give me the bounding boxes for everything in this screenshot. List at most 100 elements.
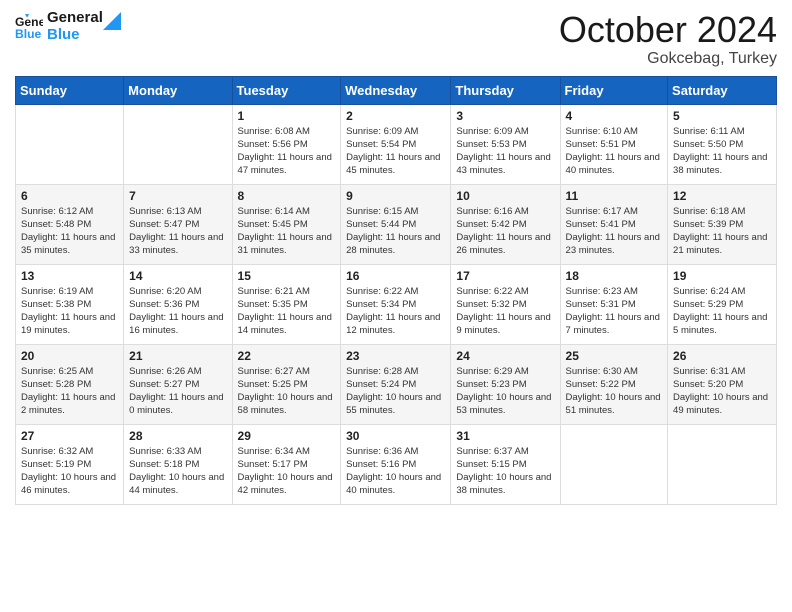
weekday-header-thursday: Thursday [451,76,560,104]
day-info: Sunrise: 6:15 AMSunset: 5:44 PMDaylight:… [346,205,445,258]
day-number: 29 [238,429,336,443]
day-info: Sunrise: 6:30 AMSunset: 5:22 PMDaylight:… [566,365,663,418]
day-number: 25 [566,349,663,363]
calendar-cell [668,424,777,504]
day-number: 1 [238,109,336,123]
calendar-cell: 21 Sunrise: 6:26 AMSunset: 5:27 PMDayligh… [124,344,232,424]
day-number: 14 [129,269,226,283]
day-info: Sunrise: 6:12 AMSunset: 5:48 PMDaylight:… [21,205,118,258]
day-number: 16 [346,269,445,283]
calendar-cell: 9Sunrise: 6:15 AMSunset: 5:44 PMDaylight… [341,184,451,264]
day-info: Sunrise: 6:22 AMSunset: 5:34 PMDaylight:… [346,285,445,338]
day-info: Sunrise: 6:31 AMSunset: 5:20 PMDaylight:… [673,365,771,418]
calendar-cell: 29 Sunrise: 6:34 AMSunset: 5:17 PMDayligh… [232,424,341,504]
calendar-cell: 23 Sunrise: 6:28 AMSunset: 5:24 PMDayligh… [341,344,451,424]
title-block: October 2024 Gokcebag, Turkey [559,10,777,68]
svg-text:Blue: Blue [15,27,42,41]
day-info: Sunrise: 6:10 AMSunset: 5:51 PMDaylight:… [566,125,663,178]
calendar-cell: 31 Sunrise: 6:37 AMSunset: 5:15 PMDayligh… [451,424,560,504]
day-info: Sunrise: 6:29 AMSunset: 5:23 PMDaylight:… [456,365,554,418]
calendar-cell: 22Sunrise: 6:27 AMSunset: 5:25 PMDayligh… [232,344,341,424]
week-row-1: 1 Sunrise: 6:08 AMSunset: 5:56 PMDaylight… [16,104,777,184]
calendar-cell: 17 Sunrise: 6:22 AMSunset: 5:32 PMDayligh… [451,264,560,344]
calendar-cell: 15 Sunrise: 6:21 AMSunset: 5:35 PMDayligh… [232,264,341,344]
day-number: 13 [21,269,118,283]
calendar-cell: 14Sunrise: 6:20 AMSunset: 5:36 PMDayligh… [124,264,232,344]
day-info: Sunrise: 6:09 AMSunset: 5:53 PMDaylight:… [456,125,554,178]
day-number: 12 [673,189,771,203]
calendar-cell: 27 Sunrise: 6:32 AMSunset: 5:19 PMDayligh… [16,424,124,504]
calendar-cell: 12 Sunrise: 6:18 AMSunset: 5:39 PMDayligh… [668,184,777,264]
calendar-cell: 3 Sunrise: 6:09 AMSunset: 5:53 PMDaylight… [451,104,560,184]
day-number: 8 [238,189,336,203]
day-number: 3 [456,109,554,123]
calendar-cell: 1 Sunrise: 6:08 AMSunset: 5:56 PMDaylight… [232,104,341,184]
calendar-cell: 4 Sunrise: 6:10 AMSunset: 5:51 PMDaylight… [560,104,668,184]
day-info: Sunrise: 6:17 AMSunset: 5:41 PMDaylight:… [566,205,663,258]
day-info: Sunrise: 6:11 AMSunset: 5:50 PMDaylight:… [673,125,771,178]
day-info: Sunrise: 6:34 AMSunset: 5:17 PMDaylight:… [238,445,336,498]
logo-blue: Blue [47,27,103,44]
calendar-cell: 10 Sunrise: 6:16 AMSunset: 5:42 PMDayligh… [451,184,560,264]
day-info: Sunrise: 6:36 AMSunset: 5:16 PMDaylight:… [346,445,445,498]
calendar-cell: 11 Sunrise: 6:17 AMSunset: 5:41 PMDayligh… [560,184,668,264]
day-info: Sunrise: 6:18 AMSunset: 5:39 PMDaylight:… [673,205,771,258]
calendar-subtitle: Gokcebag, Turkey [559,50,777,68]
calendar-table: SundayMondayTuesdayWednesdayThursdayFrid… [15,76,777,505]
day-number: 18 [566,269,663,283]
day-info: Sunrise: 6:23 AMSunset: 5:31 PMDaylight:… [566,285,663,338]
day-number: 17 [456,269,554,283]
weekday-header-monday: Monday [124,76,232,104]
day-info: Sunrise: 6:22 AMSunset: 5:32 PMDaylight:… [456,285,554,338]
day-number: 26 [673,349,771,363]
calendar-cell: 20 Sunrise: 6:25 AMSunset: 5:28 PMDayligh… [16,344,124,424]
calendar-cell: 30 Sunrise: 6:36 AMSunset: 5:16 PMDayligh… [341,424,451,504]
week-row-5: 27 Sunrise: 6:32 AMSunset: 5:19 PMDayligh… [16,424,777,504]
day-info: Sunrise: 6:37 AMSunset: 5:15 PMDaylight:… [456,445,554,498]
logo-icon: General Blue [15,13,43,41]
day-number: 24 [456,349,554,363]
day-info: Sunrise: 6:13 AMSunset: 5:47 PMDaylight:… [129,205,226,258]
day-number: 4 [566,109,663,123]
day-number: 11 [566,189,663,203]
day-number: 20 [21,349,118,363]
day-number: 22 [238,349,336,363]
day-info: Sunrise: 6:21 AMSunset: 5:35 PMDaylight:… [238,285,336,338]
day-number: 21 [129,349,226,363]
day-info: Sunrise: 6:14 AMSunset: 5:45 PMDaylight:… [238,205,336,258]
calendar-cell: 25 Sunrise: 6:30 AMSunset: 5:22 PMDayligh… [560,344,668,424]
day-number: 30 [346,429,445,443]
day-info: Sunrise: 6:19 AMSunset: 5:38 PMDaylight:… [21,285,118,338]
weekday-header-row: SundayMondayTuesdayWednesdayThursdayFrid… [16,76,777,104]
calendar-cell: 28 Sunrise: 6:33 AMSunset: 5:18 PMDayligh… [124,424,232,504]
page: General Blue General Blue October 2024 G… [0,0,792,612]
day-number: 28 [129,429,226,443]
calendar-cell: 2Sunrise: 6:09 AMSunset: 5:54 PMDaylight… [341,104,451,184]
day-number: 10 [456,189,554,203]
day-number: 23 [346,349,445,363]
day-info: Sunrise: 6:32 AMSunset: 5:19 PMDaylight:… [21,445,118,498]
weekday-header-friday: Friday [560,76,668,104]
day-number: 15 [238,269,336,283]
calendar-cell [16,104,124,184]
day-info: Sunrise: 6:16 AMSunset: 5:42 PMDaylight:… [456,205,554,258]
day-number: 31 [456,429,554,443]
calendar-cell: 18 Sunrise: 6:23 AMSunset: 5:31 PMDayligh… [560,264,668,344]
day-number: 2 [346,109,445,123]
day-number: 27 [21,429,118,443]
day-info: Sunrise: 6:08 AMSunset: 5:56 PMDaylight:… [238,125,336,178]
day-number: 5 [673,109,771,123]
day-info: Sunrise: 6:25 AMSunset: 5:28 PMDaylight:… [21,365,118,418]
day-info: Sunrise: 6:33 AMSunset: 5:18 PMDaylight:… [129,445,226,498]
calendar-cell: 7Sunrise: 6:13 AMSunset: 5:47 PMDaylight… [124,184,232,264]
weekday-header-wednesday: Wednesday [341,76,451,104]
calendar-cell: 24 Sunrise: 6:29 AMSunset: 5:23 PMDayligh… [451,344,560,424]
week-row-3: 13 Sunrise: 6:19 AMSunset: 5:38 PMDayligh… [16,264,777,344]
weekday-header-saturday: Saturday [668,76,777,104]
day-number: 6 [21,189,118,203]
week-row-4: 20 Sunrise: 6:25 AMSunset: 5:28 PMDayligh… [16,344,777,424]
day-info: Sunrise: 6:26 AMSunset: 5:27 PMDaylight:… [129,365,226,418]
day-info: Sunrise: 6:28 AMSunset: 5:24 PMDaylight:… [346,365,445,418]
week-row-2: 6 Sunrise: 6:12 AMSunset: 5:48 PMDaylight… [16,184,777,264]
logo: General Blue General Blue [15,10,121,43]
